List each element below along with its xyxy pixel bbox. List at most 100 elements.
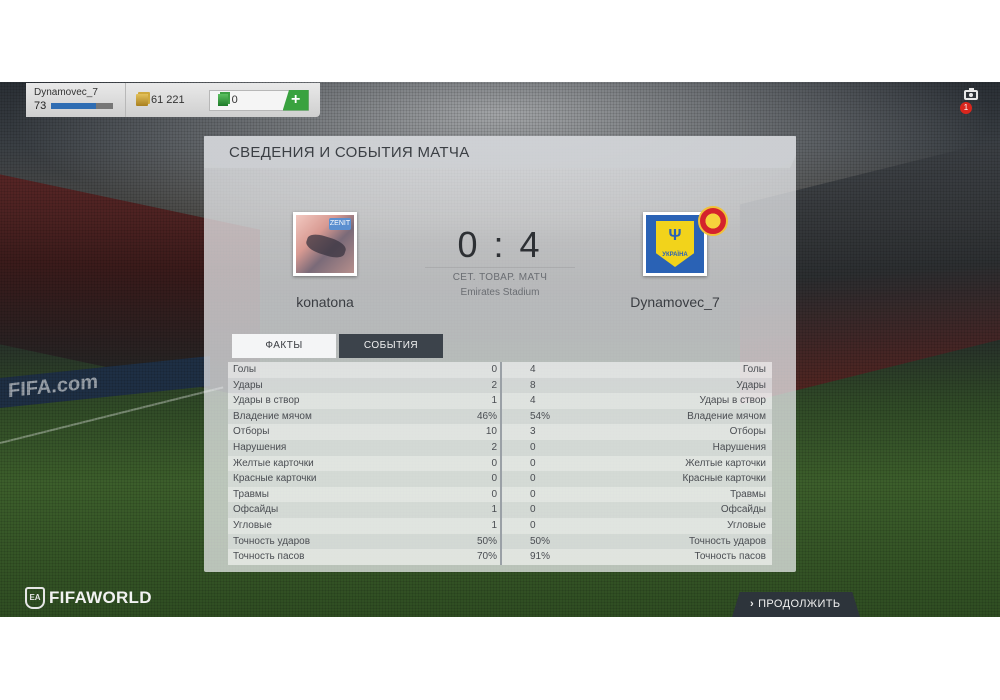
match-summary-panel: СВЕДЕНИЯ И СОБЫТИЯ МАТЧА ZENIT konatona … bbox=[204, 136, 796, 572]
xp-progress-fill bbox=[51, 103, 96, 109]
stat-label-away: Владение мячом bbox=[574, 408, 772, 425]
stat-value-away: 4 bbox=[502, 393, 574, 409]
stat-row: Точность пасов 70% 91% Точность пасов bbox=[228, 549, 772, 565]
tabs: ФАКТЫ СОБЫТИЯ bbox=[232, 334, 443, 358]
stat-value-home: 70% bbox=[428, 549, 500, 565]
stat-row: Владение мячом 46% 54% Владение мячом bbox=[228, 408, 772, 425]
stat-value-away: 8 bbox=[502, 377, 574, 394]
camera-icon bbox=[964, 88, 978, 100]
stat-label-home: Голы bbox=[228, 362, 428, 378]
stat-label-home: Угловые bbox=[228, 517, 428, 534]
profile-level: 73 bbox=[34, 100, 47, 112]
stat-row: Удары в створ 1 4 Удары в створ bbox=[228, 393, 772, 409]
stat-row: Точность ударов 50% 50% Точность ударов bbox=[228, 533, 772, 550]
stat-label-away: Удары bbox=[574, 377, 772, 394]
stat-value-away: 91% bbox=[502, 549, 574, 565]
coins-icon bbox=[136, 94, 148, 106]
stat-value-home: 0 bbox=[428, 486, 500, 503]
home-avatar[interactable]: ZENIT bbox=[293, 212, 357, 276]
avatar-photo bbox=[304, 231, 348, 261]
stat-row: Желтые карточки 0 0 Желтые карточки bbox=[228, 455, 772, 472]
stat-label-home: Удары bbox=[228, 377, 428, 394]
stat-label-home: Нарушения bbox=[228, 439, 428, 456]
home-team-name: konatona bbox=[296, 294, 354, 310]
stat-value-away: 0 bbox=[502, 486, 574, 503]
crest-text: УКРАЇНА bbox=[662, 252, 688, 258]
trident-icon: Ψ bbox=[668, 227, 682, 244]
profile-username: Dynamovec_7 bbox=[34, 87, 98, 98]
stat-row: Нарушения 2 0 Нарушения bbox=[228, 439, 772, 456]
stat-label-away: Голы bbox=[574, 362, 772, 378]
stat-label-away: Удары в створ bbox=[574, 393, 772, 409]
stat-label-home: Офсайды bbox=[228, 502, 428, 518]
stat-value-away: 4 bbox=[502, 362, 574, 378]
profile-block[interactable]: Dynamovec_7 73 bbox=[26, 83, 126, 117]
stadium-name: Emirates Stadium bbox=[460, 287, 540, 298]
club-badge-icon bbox=[698, 206, 728, 236]
stat-label-home: Травмы bbox=[228, 486, 428, 503]
away-team-name: Dynamovec_7 bbox=[630, 294, 720, 310]
stat-value-home: 1 bbox=[428, 517, 500, 534]
stat-label-home: Точность ударов bbox=[228, 533, 428, 550]
stat-row: Офсайды 1 0 Офсайды bbox=[228, 502, 772, 518]
stat-label-home: Удары в створ bbox=[228, 393, 428, 409]
stat-row: Голы 0 4 Голы bbox=[228, 362, 772, 378]
fifa-points-icon bbox=[217, 94, 228, 106]
stat-value-home: 0 bbox=[428, 362, 500, 378]
continue-button[interactable]: › ПРОДОЛЖИТЬ bbox=[732, 592, 860, 617]
stat-value-away: 0 bbox=[502, 455, 574, 472]
stat-label-away: Точность пасов bbox=[574, 549, 772, 565]
stat-label-home: Отборы bbox=[228, 424, 428, 440]
stats-table: Голы 0 4 Голы Удары 2 8 Удары Удары в створ 1 4 Уда… bbox=[228, 362, 772, 565]
stat-value-away: 0 bbox=[502, 471, 574, 487]
fifa-world-logo: EA FIFAWORLD bbox=[25, 587, 152, 609]
profile-bar: Dynamovec_7 73 61 221 0 + bbox=[26, 83, 320, 117]
stat-value-home: 0 bbox=[428, 471, 500, 487]
stat-value-home: 1 bbox=[428, 393, 500, 409]
stat-value-away: 3 bbox=[502, 424, 574, 440]
stat-value-home: 2 bbox=[428, 439, 500, 456]
stat-row: Удары 2 8 Удары bbox=[228, 377, 772, 394]
fifa-points-field: 0 + bbox=[208, 89, 309, 111]
stat-value-home: 1 bbox=[428, 502, 500, 518]
notification-badge: 1 bbox=[960, 102, 972, 114]
stat-row: Отборы 10 3 Отборы bbox=[228, 424, 772, 440]
stat-label-away: Травмы bbox=[574, 486, 772, 503]
stat-label-away: Красные карточки bbox=[574, 471, 772, 487]
home-team: ZENIT konatona bbox=[225, 212, 425, 310]
logo-text: FIFAWORLD bbox=[49, 588, 152, 607]
stat-label-away: Отборы bbox=[574, 424, 772, 440]
stat-value-home: 46% bbox=[428, 408, 500, 425]
stat-label-home: Точность пасов bbox=[228, 549, 428, 565]
stat-value-away: 0 bbox=[502, 517, 574, 534]
tab-facts[interactable]: ФАКТЫ bbox=[232, 334, 336, 358]
stat-label-away: Точность ударов bbox=[574, 533, 772, 550]
xp-progress-bar bbox=[51, 103, 114, 109]
continue-label: ПРОДОЛЖИТЬ bbox=[758, 598, 841, 610]
match-score: 0 : 4 bbox=[457, 224, 543, 265]
zenit-logo: ZENIT bbox=[329, 218, 351, 230]
stat-row: Травмы 0 0 Травмы bbox=[228, 486, 772, 503]
stat-value-home: 2 bbox=[428, 377, 500, 394]
stat-value-away: 54% bbox=[502, 408, 574, 425]
stat-value-home: 50% bbox=[428, 533, 500, 550]
stat-label-away: Офсайды bbox=[574, 502, 772, 518]
stat-value-home: 10 bbox=[428, 424, 500, 440]
stat-row: Красные карточки 0 0 Красные карточки bbox=[228, 471, 772, 487]
match-type: СЕТ. ТОВАР. МАТЧ bbox=[425, 267, 575, 283]
coins-display: 61 221 bbox=[126, 94, 195, 106]
add-points-button[interactable]: + bbox=[282, 89, 309, 111]
stat-value-away: 0 bbox=[502, 439, 574, 456]
ea-shield-icon: EA bbox=[25, 587, 45, 609]
stat-label-home: Владение мячом bbox=[228, 408, 428, 425]
stat-value-home: 0 bbox=[428, 455, 500, 472]
panel-title: СВЕДЕНИЯ И СОБЫТИЯ МАТЧА bbox=[204, 136, 796, 168]
stat-label-away: Угловые bbox=[574, 517, 772, 534]
stat-label-home: Красные карточки bbox=[228, 471, 428, 487]
stat-row: Угловые 1 0 Угловые bbox=[228, 517, 772, 534]
screenshot-button[interactable]: 1 bbox=[960, 88, 978, 114]
stat-value-away: 0 bbox=[502, 502, 574, 518]
chevron-right-icon: › bbox=[750, 598, 755, 610]
profile-level-row: 73 bbox=[34, 100, 117, 112]
tab-events[interactable]: СОБЫТИЯ bbox=[339, 334, 443, 358]
